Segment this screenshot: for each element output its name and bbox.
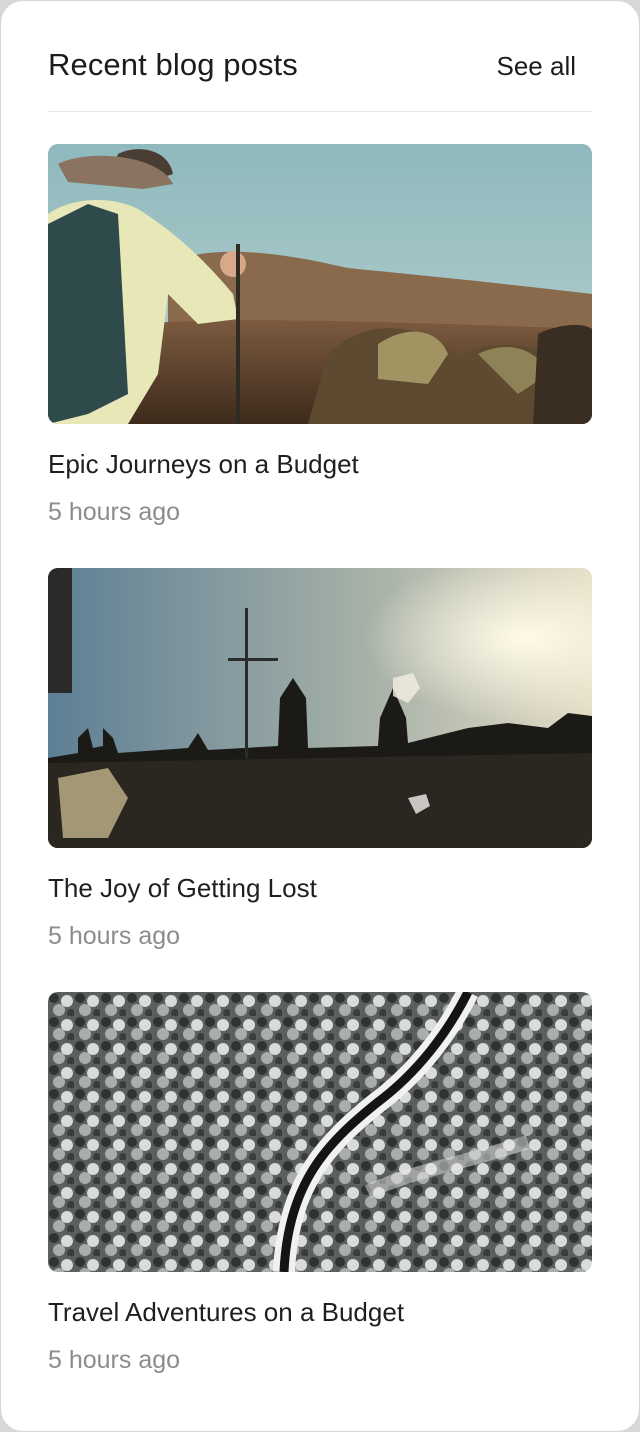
post-timestamp: 5 hours ago <box>48 498 181 526</box>
post-timestamp: 5 hours ago <box>48 1346 181 1374</box>
post-title[interactable]: Epic Journeys on a Budget <box>48 448 592 480</box>
see-all-link[interactable]: See all <box>497 51 577 82</box>
post-thumbnail-castle[interactable] <box>48 568 592 848</box>
blog-posts-card: Recent blog posts See all Epic Journeys … <box>1 1 639 1431</box>
post-thumbnail-forest-road[interactable] <box>48 992 592 1272</box>
post-timestamp: 5 hours ago <box>48 922 181 950</box>
card-header: Recent blog posts See all <box>48 41 592 112</box>
blog-post-card[interactable]: Epic Journeys on a Budget 5 hours ago <box>48 144 592 528</box>
post-title[interactable]: The Joy of Getting Lost <box>48 872 592 904</box>
blog-post-card[interactable]: The Joy of Getting Lost 5 hours ago <box>48 568 592 952</box>
section-title: Recent blog posts <box>48 47 298 82</box>
post-thumbnail-hiker[interactable] <box>48 144 592 424</box>
post-title[interactable]: Travel Adventures on a Budget <box>48 1296 592 1328</box>
blog-post-card[interactable]: Travel Adventures on a Budget 5 hours ag… <box>48 992 592 1376</box>
